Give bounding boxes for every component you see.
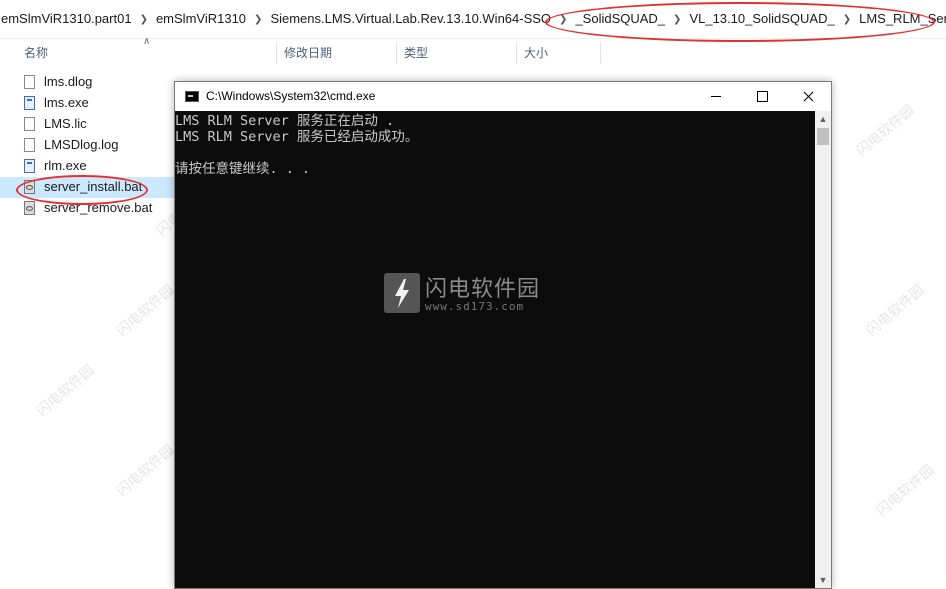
breadcrumb-item-emslmvir1310[interactable]: emSlmViR1310 bbox=[150, 0, 252, 38]
close-button[interactable] bbox=[785, 82, 831, 111]
chevron-right-icon[interactable]: ❯ bbox=[138, 14, 150, 25]
breadcrumb-item-part01[interactable]: emSlmViR1310.part01 bbox=[0, 0, 138, 38]
watermark-text: 闪电软件园 bbox=[873, 461, 937, 519]
scroll-up-arrow-icon[interactable]: ▲ bbox=[815, 111, 831, 127]
file-row-server-remove-bat[interactable]: server_remove.bat bbox=[0, 198, 174, 219]
cmd-title: C:\Windows\System32\cmd.exe bbox=[206, 89, 376, 103]
document-icon bbox=[24, 75, 35, 89]
file-name: LMSDlog.log bbox=[44, 137, 119, 152]
console-output[interactable]: LMS RLM Server 服务正在启动 . LMS RLM Server 服… bbox=[175, 111, 815, 588]
console-line: 请按任意键继续. . . bbox=[175, 161, 311, 177]
console-line: LMS RLM Server 服务已经启动成功。 bbox=[175, 129, 419, 145]
watermark-text: 闪电软件园 bbox=[113, 281, 177, 339]
exe-icon bbox=[24, 96, 35, 110]
maximize-button[interactable] bbox=[739, 82, 785, 111]
column-divider[interactable] bbox=[600, 42, 601, 64]
minimize-button[interactable] bbox=[693, 82, 739, 111]
document-icon bbox=[24, 138, 35, 152]
file-name: lms.exe bbox=[44, 95, 89, 110]
lightning-logo-icon bbox=[384, 273, 420, 313]
chevron-right-icon[interactable]: ❯ bbox=[671, 14, 683, 25]
bat-icon bbox=[24, 180, 35, 194]
chevron-right-icon[interactable]: ❯ bbox=[557, 14, 569, 25]
exe-icon bbox=[24, 159, 35, 173]
breadcrumb-item-solidsquad[interactable]: _SolidSQUAD_ bbox=[569, 0, 671, 38]
watermark-text: 闪电软件园 bbox=[33, 361, 97, 419]
scroll-down-arrow-icon[interactable]: ▼ bbox=[815, 572, 831, 588]
scroll-thumb[interactable] bbox=[817, 128, 829, 145]
breadcrumb-item-lms-rlm-server[interactable]: LMS_RLM_Server bbox=[853, 0, 946, 38]
address-breadcrumb: emSlmViR1310.part01 ❯ emSlmViR1310 ❯ Sie… bbox=[0, 0, 946, 39]
file-name: server_install.bat bbox=[44, 179, 143, 194]
column-header-type[interactable]: 类型 bbox=[404, 38, 428, 68]
console-line: LMS RLM Server 服务正在启动 . bbox=[175, 113, 395, 129]
column-header-name[interactable]: 名称 bbox=[24, 38, 48, 68]
document-icon bbox=[24, 117, 35, 131]
file-row-lms-lic[interactable]: LMS.lic bbox=[0, 114, 174, 135]
file-row-lms-exe[interactable]: lms.exe bbox=[0, 93, 174, 114]
file-name: server_remove.bat bbox=[44, 200, 153, 215]
bat-icon bbox=[24, 201, 35, 215]
cmd-window[interactable]: C:\Windows\System32\cmd.exe LMS RLM Serv… bbox=[174, 81, 832, 589]
file-row-lmsdlog-log[interactable]: LMSDlog.log bbox=[0, 135, 174, 156]
watermark-text: 闪电软件园 bbox=[853, 101, 917, 159]
column-divider[interactable] bbox=[516, 42, 517, 64]
file-name: rlm.exe bbox=[44, 158, 87, 173]
column-divider[interactable] bbox=[276, 42, 277, 64]
console-icon bbox=[185, 91, 199, 102]
breadcrumb-item-siemens-lms[interactable]: Siemens.LMS.Virtual.Lab.Rev.13.10.Win64-… bbox=[264, 0, 557, 38]
file-list: lms.dlog lms.exe LMS.lic LMSDlog.log rlm… bbox=[0, 72, 174, 219]
file-name: LMS.lic bbox=[44, 116, 87, 131]
watermark-logo-text: 闪电软件园 bbox=[425, 276, 541, 301]
watermark-text: 闪电软件园 bbox=[113, 441, 177, 499]
watermark-url: www.sd173.com bbox=[425, 300, 525, 313]
column-header-modified[interactable]: 修改日期 bbox=[284, 38, 332, 68]
sort-up-icon: ∧ bbox=[143, 36, 151, 47]
file-row-lms-dlog[interactable]: lms.dlog bbox=[0, 72, 174, 93]
breadcrumb-item-vl-13-10[interactable]: VL_13.10_SolidSQUAD_ bbox=[683, 0, 840, 38]
cmd-title-bar[interactable]: C:\Windows\System32\cmd.exe bbox=[175, 82, 831, 111]
file-name: lms.dlog bbox=[44, 74, 93, 89]
chevron-right-icon[interactable]: ❯ bbox=[252, 14, 264, 25]
column-divider[interactable] bbox=[396, 42, 397, 64]
chevron-right-icon[interactable]: ❯ bbox=[841, 14, 853, 25]
file-row-server-install-bat[interactable]: server_install.bat bbox=[0, 177, 174, 198]
column-headers: ∧ 名称 修改日期 类型 大小 bbox=[0, 36, 946, 68]
watermark-text: 闪电软件园 bbox=[863, 281, 927, 339]
file-row-rlm-exe[interactable]: rlm.exe bbox=[0, 156, 174, 177]
vertical-scrollbar[interactable]: ▲ ▼ bbox=[815, 111, 831, 588]
column-header-size[interactable]: 大小 bbox=[524, 38, 548, 68]
